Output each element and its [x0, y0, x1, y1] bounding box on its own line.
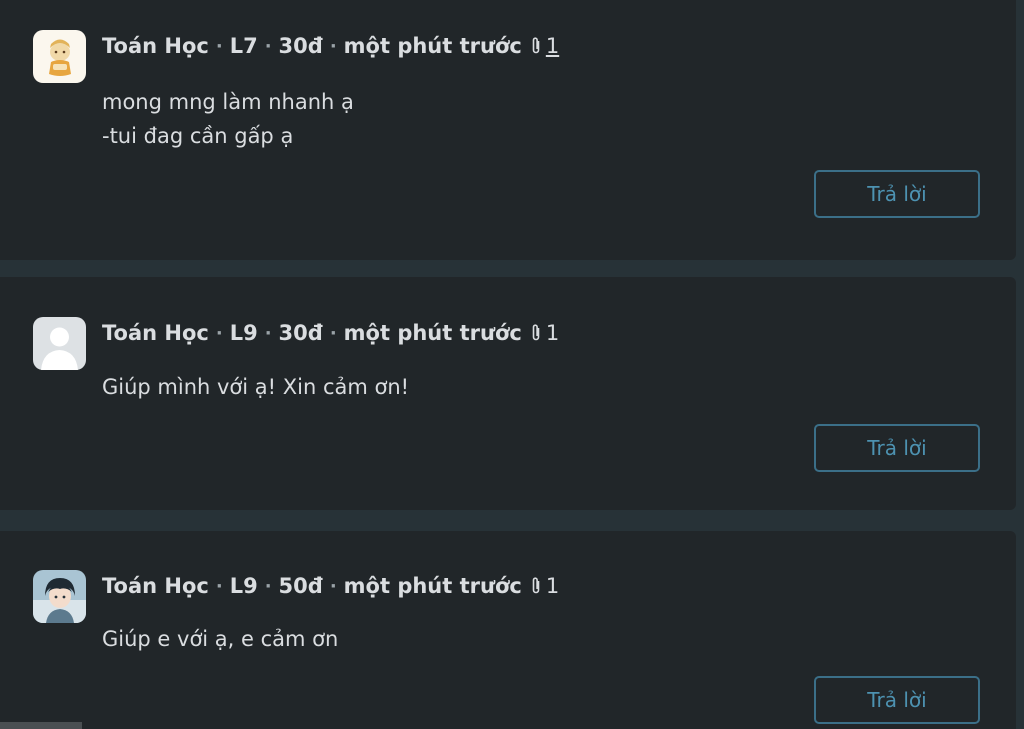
question-text[interactable]: Giúp e với ạ, e cảm ơn — [102, 622, 338, 656]
meta-separator: · — [215, 322, 223, 344]
meta-separator: · — [329, 322, 337, 344]
meta-separator: · — [264, 575, 272, 597]
points-label: 30đ — [278, 321, 323, 345]
author-name[interactable]: Toán Học — [102, 321, 209, 345]
level-badge: L9 — [229, 574, 258, 598]
question-line: mong mng làm nhanh ạ — [102, 90, 354, 114]
post-meta: Toán Học · L9 · 50đ · một phút trước 1 — [102, 571, 559, 601]
timestamp: một phút trước — [343, 574, 522, 598]
level-badge: L7 — [229, 34, 258, 58]
question-text[interactable]: mong mng làm nhanh ạ -tui đag cần gấp ạ — [102, 85, 354, 153]
timestamp: một phút trước — [343, 34, 522, 58]
horizontal-scrollbar-thumb[interactable] — [0, 722, 82, 729]
anime-avatar-icon — [33, 570, 86, 623]
cartoon-avatar-icon — [33, 30, 86, 83]
question-line: -tui đag cần gấp ạ — [102, 124, 294, 148]
meta-separator: · — [264, 322, 272, 344]
meta-separator: · — [329, 575, 337, 597]
avatar[interactable] — [33, 317, 86, 370]
paperclip-icon — [530, 36, 542, 56]
meta-separator: · — [329, 35, 337, 57]
attachment-count[interactable]: 1 — [546, 574, 559, 598]
attachment-count[interactable]: 1 — [546, 34, 559, 58]
attachment-count[interactable]: 1 — [546, 321, 559, 345]
paperclip-icon — [530, 576, 542, 596]
meta-separator: · — [264, 35, 272, 57]
question-line: Giúp e với ạ, e cảm ơn — [102, 627, 339, 651]
user-silhouette-icon — [33, 317, 86, 370]
avatar[interactable] — [33, 30, 86, 83]
points-label: 50đ — [278, 574, 323, 598]
question-feed: Toán Học · L7 · 30đ · một phút trước 1 m… — [0, 0, 1024, 729]
question-card: Toán Học · L7 · 30đ · một phút trước 1 m… — [0, 0, 1016, 260]
paperclip-icon — [530, 323, 542, 343]
timestamp: một phút trước — [343, 321, 522, 345]
reply-button[interactable]: Trả lời — [814, 424, 980, 472]
post-meta: Toán Học · L7 · 30đ · một phút trước 1 — [102, 31, 559, 61]
question-line: Giúp mình với ạ! Xin cảm ơn! — [102, 375, 410, 399]
question-card: Toán Học · L9 · 50đ · một phút trước 1 G… — [0, 531, 1016, 729]
avatar[interactable] — [33, 570, 86, 623]
level-badge: L9 — [229, 321, 258, 345]
question-card: Toán Học · L9 · 30đ · một phút trước 1 G… — [0, 277, 1016, 510]
question-text[interactable]: Giúp mình với ạ! Xin cảm ơn! — [102, 370, 409, 404]
reply-button[interactable]: Trả lời — [814, 170, 980, 218]
points-label: 30đ — [278, 34, 323, 58]
author-name[interactable]: Toán Học — [102, 34, 209, 58]
author-name[interactable]: Toán Học — [102, 574, 209, 598]
post-meta: Toán Học · L9 · 30đ · một phút trước 1 — [102, 318, 559, 348]
reply-button[interactable]: Trả lời — [814, 676, 980, 724]
meta-separator: · — [215, 575, 223, 597]
meta-separator: · — [215, 35, 223, 57]
